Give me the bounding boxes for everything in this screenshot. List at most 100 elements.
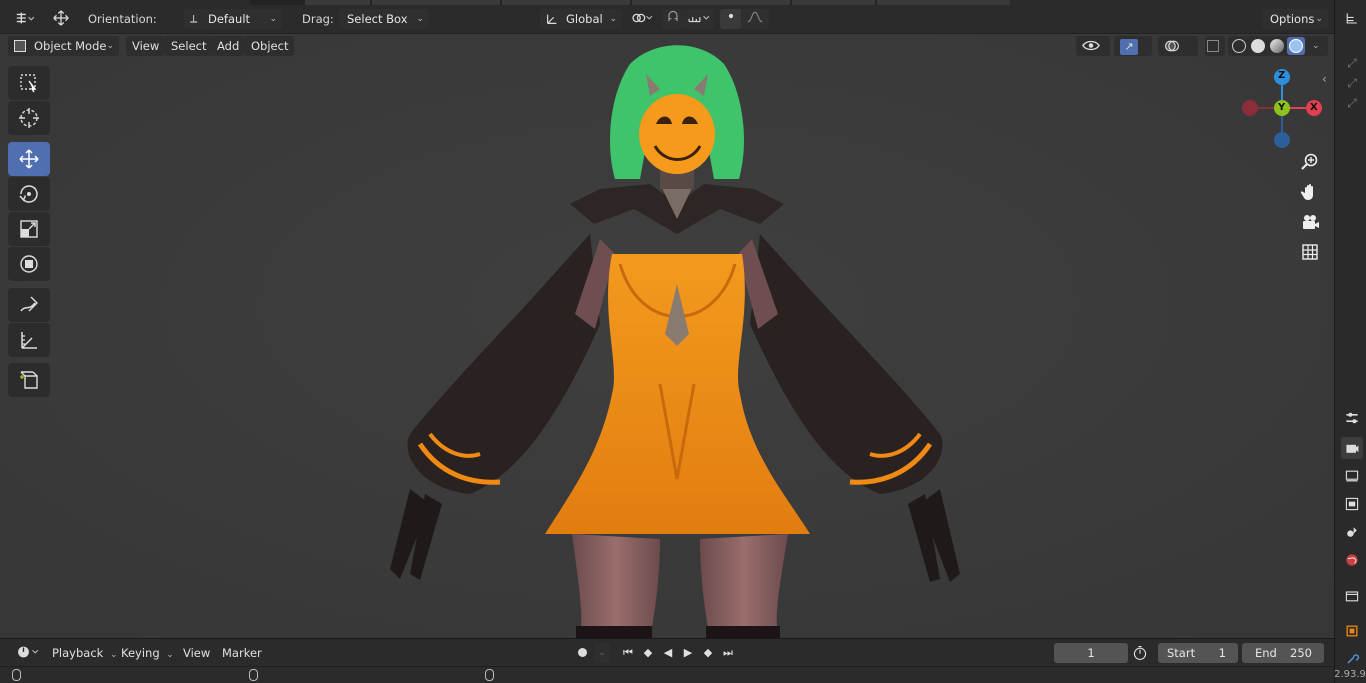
chevron-down-icon[interactable]: ⌄ (1312, 36, 1320, 56)
pin-icon[interactable]: ⤢ (1341, 72, 1363, 94)
rotate-icon[interactable] (8, 177, 50, 211)
pin-icon[interactable]: ⤢ (1341, 92, 1363, 114)
menu-add[interactable]: Add (211, 36, 246, 56)
grid-ortho-icon[interactable] (1296, 238, 1324, 266)
gizmo-x-label: X (1310, 102, 1318, 113)
object-properties-icon[interactable] (1341, 620, 1363, 642)
play-reverse-icon[interactable]: ◀ (658, 643, 678, 663)
orientation-icon: ⟂ (190, 12, 198, 25)
eye-icon (1082, 40, 1100, 51)
pin-icon[interactable]: ⤢ (1341, 52, 1363, 74)
measure-icon[interactable] (8, 323, 50, 357)
move-icon[interactable] (8, 142, 50, 176)
character-render (0, 34, 1334, 638)
version-label: 2.93.9 (1334, 669, 1366, 680)
solid-shading-icon[interactable] (1251, 39, 1265, 53)
scene-properties-icon[interactable] (1341, 521, 1363, 543)
marker-menu[interactable]: Marker (216, 643, 268, 663)
jump-end-icon[interactable]: ⏭ (718, 643, 738, 663)
hand-pan-icon[interactable] (1296, 178, 1324, 206)
xray-icon (1207, 40, 1219, 52)
move-gizmo-icon[interactable] (50, 9, 72, 29)
cursor-icon[interactable] (8, 101, 50, 135)
transform-orientation-dropdown[interactable]: Global ⌄ (540, 9, 622, 29)
chevron-down-icon: ⌄ (416, 14, 424, 24)
next-keyframe-icon[interactable]: ◆ (698, 643, 718, 663)
current-frame-field[interactable]: 1 (1054, 643, 1128, 663)
viewport-header: Object Mode ⌄ View Select Add Object ↗ ⌄ (0, 34, 1334, 58)
chevron-down-icon: ⌄ (166, 650, 174, 660)
start-value: 1 (1218, 646, 1226, 660)
zoom-icon[interactable] (1296, 148, 1324, 176)
annotate-icon[interactable] (8, 288, 50, 322)
transform-orientation-icon (545, 9, 559, 32)
mode-dropdown[interactable]: Object Mode ⌄ (8, 36, 119, 56)
chevron-down-icon: ⌄ (1315, 14, 1323, 24)
gizmo-neg-z-icon (1274, 132, 1290, 148)
properties-strip: ⤢ ⤢ ⤢ (1334, 0, 1366, 683)
start-frame-field[interactable]: Start 1 (1158, 643, 1238, 663)
record-icon[interactable] (572, 643, 594, 663)
camera-icon[interactable] (1296, 208, 1324, 236)
end-value: 250 (1290, 646, 1312, 660)
3d-viewport[interactable]: Object Mode ⌄ View Select Add Object ↗ ⌄… (0, 34, 1334, 638)
pivot-point-icon[interactable] (627, 9, 657, 29)
timeline-view-menu[interactable]: View (177, 643, 216, 663)
mouse-middle-icon (249, 669, 258, 681)
xray-toggle[interactable] (1205, 36, 1225, 56)
gizmo-neg-x-icon (1242, 100, 1258, 116)
scale-icon[interactable] (8, 212, 50, 246)
start-label: Start (1167, 646, 1196, 660)
workspace-tabs-strip (250, 0, 1010, 5)
editor-type-icon[interactable] (8, 9, 40, 29)
menu-object[interactable]: Object (245, 36, 295, 56)
snap-increment-icon[interactable] (684, 9, 714, 29)
timeline: Playback ⌄ Keying ⌄ View Marker ⌄ ⏮ ◆ ◀ … (0, 638, 1334, 666)
visibility-dropdown[interactable] (1076, 36, 1110, 56)
proportional-edit-icon[interactable] (720, 9, 742, 29)
transform-icon[interactable] (8, 247, 50, 281)
mouse-right-icon (485, 669, 494, 681)
object-mode-icon (14, 40, 26, 52)
world-properties-icon[interactable] (1341, 549, 1363, 571)
playback-menu[interactable]: Playback ⌄ (46, 643, 124, 663)
tool-settings-icon[interactable] (1341, 407, 1363, 429)
overlays-toggle[interactable] (1158, 36, 1198, 56)
timeline-editor-type-icon[interactable] (8, 643, 40, 663)
end-frame-field[interactable]: End 250 (1242, 643, 1324, 663)
orientation-dropdown[interactable]: ⟂ Default ⌄ (184, 9, 282, 29)
wireframe-shading-icon[interactable] (1232, 39, 1246, 53)
transform-orientation-value: Global (566, 12, 603, 26)
prev-keyframe-icon[interactable]: ◆ (638, 643, 658, 663)
gizmo-toggle[interactable]: ↗ (1114, 36, 1152, 56)
view-layer-icon[interactable] (1341, 493, 1363, 515)
select-box-icon[interactable] (8, 66, 50, 100)
orientation-label: Orientation: (88, 12, 157, 26)
play-icon[interactable]: ▶ (678, 643, 698, 663)
material-shading-icon[interactable] (1270, 39, 1284, 53)
keyframe-options-icon[interactable]: ⌄ (594, 643, 610, 663)
rendered-shading-icon[interactable] (1287, 37, 1305, 55)
options-dropdown[interactable]: Options ⌄ (1262, 9, 1328, 29)
menu-view[interactable]: View (126, 36, 166, 56)
outliner-icon[interactable] (1341, 8, 1363, 30)
drag-dropdown[interactable]: Select Box ⌄ (339, 9, 429, 29)
gizmo-icon: ↗ (1120, 39, 1138, 55)
output-properties-icon[interactable] (1341, 465, 1363, 487)
menu-select[interactable]: Select (165, 36, 213, 56)
jump-start-icon[interactable]: ⏮ (618, 643, 638, 663)
overlays-icon (1165, 40, 1179, 52)
gizmo-z-label: Z (1278, 70, 1286, 81)
falloff-icon[interactable] (741, 9, 769, 29)
render-properties-icon[interactable] (1341, 437, 1363, 459)
options-label: Options (1270, 12, 1315, 26)
sidebar-toggle-icon[interactable]: ‹ (1322, 72, 1327, 86)
mouse-left-icon (12, 669, 21, 681)
keying-menu[interactable]: Keying ⌄ (115, 643, 180, 663)
stopwatch-icon[interactable] (1132, 643, 1154, 663)
collection-properties-icon[interactable] (1341, 585, 1363, 607)
add-cube-icon[interactable] (8, 363, 50, 397)
chevron-down-icon: ⌄ (609, 14, 617, 24)
end-label: End (1255, 646, 1277, 660)
snap-icon[interactable] (662, 9, 684, 29)
